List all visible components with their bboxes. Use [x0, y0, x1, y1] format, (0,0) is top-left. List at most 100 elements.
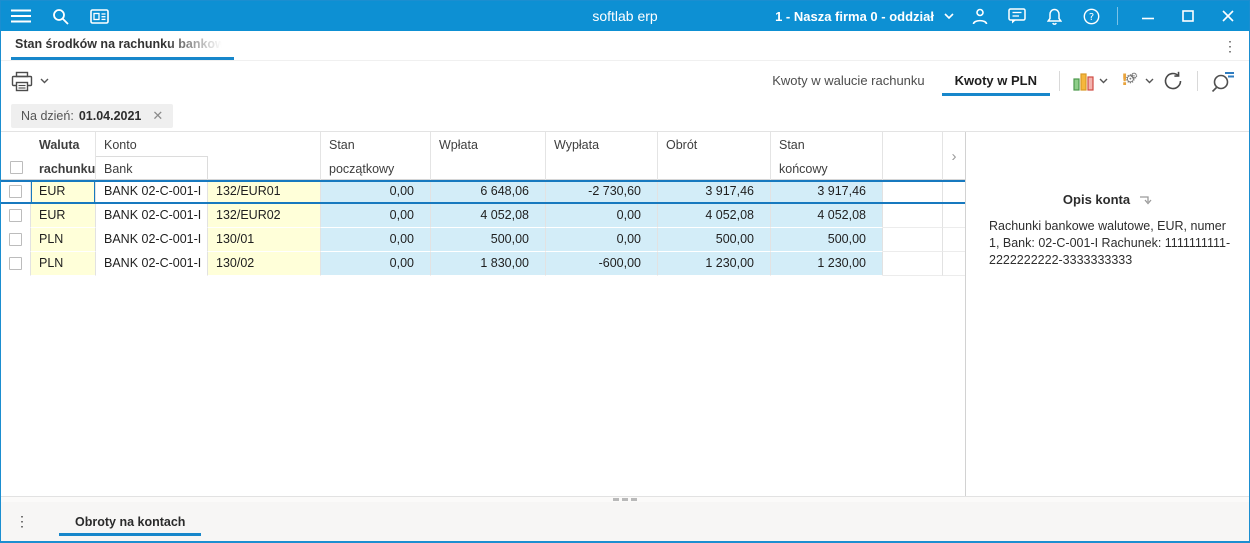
header-turnover[interactable]: Obrót: [658, 132, 771, 180]
row-checkbox[interactable]: [9, 185, 22, 198]
deposit-cell[interactable]: 6 648,06: [431, 180, 546, 204]
header-currency[interactable]: Waluta rachunku: [31, 132, 96, 180]
news-journal-icon[interactable]: [88, 5, 110, 27]
currency-cell[interactable]: PLN: [31, 228, 96, 252]
table-row[interactable]: PLN BANK 02-C-001-I 130/02 0,00 1 830,00 -600…: [1, 252, 965, 276]
deposit-cell[interactable]: 500,00: [431, 228, 546, 252]
tab-obroty-na-kontach[interactable]: Obroty na kontach: [59, 502, 202, 541]
search-icon[interactable]: [49, 5, 71, 27]
row-select-cell[interactable]: [1, 252, 31, 276]
notifications-bell-icon[interactable]: [1043, 5, 1065, 27]
titlebar-separator: [1117, 7, 1118, 25]
print-chevron-down-icon[interactable]: [40, 78, 49, 84]
view-tab-pln[interactable]: Kwoty w PLN: [941, 64, 1050, 98]
empty-cell[interactable]: [943, 204, 965, 228]
row-checkbox[interactable]: [9, 257, 22, 270]
account-cell[interactable]: 130/01: [208, 228, 321, 252]
deposit-cell[interactable]: 4 052,08: [431, 204, 546, 228]
header-konto[interactable]: Konto Bank: [96, 132, 321, 180]
row-select-cell[interactable]: [1, 204, 31, 228]
header-bank-label[interactable]: Bank: [96, 156, 208, 180]
empty-cell[interactable]: [883, 228, 943, 252]
refresh-button[interactable]: [1158, 71, 1188, 91]
account-cell[interactable]: 132/EUR01: [208, 180, 321, 204]
opening-balance-cell[interactable]: 0,00: [321, 252, 431, 276]
print-button[interactable]: [11, 71, 49, 92]
refresh-icon: [1164, 71, 1182, 90]
turnover-cell[interactable]: 1 230,00: [658, 252, 771, 276]
search-filter-button[interactable]: [1207, 71, 1239, 92]
panel-title: Opis konta: [1062, 192, 1131, 207]
header-closing-line1: Stan: [779, 138, 805, 152]
view-tab-pln-label: Kwoty w PLN: [954, 73, 1037, 88]
maximize-button[interactable]: [1177, 5, 1199, 27]
empty-cell[interactable]: [883, 204, 943, 228]
messages-icon[interactable]: [1006, 5, 1028, 27]
currency-cell[interactable]: EUR: [31, 204, 96, 228]
withdrawal-cell[interactable]: 0,00: [546, 228, 658, 252]
withdrawal-cell[interactable]: -600,00: [546, 252, 658, 276]
turnover-cell[interactable]: 3 917,46: [658, 180, 771, 204]
row-checkbox[interactable]: [9, 209, 22, 222]
bank-cell[interactable]: BANK 02-C-001-I: [96, 252, 208, 276]
chart-button[interactable]: [1069, 71, 1112, 91]
view-tab-account-currency[interactable]: Kwoty w walucie rachunku: [759, 64, 937, 98]
row-checkbox[interactable]: [9, 233, 22, 246]
app-window: softlab erp 1 - Nasza firma 0 - oddział …: [0, 0, 1250, 543]
header-withdrawal[interactable]: Wypłata: [546, 132, 658, 180]
header-closing[interactable]: Stan końcowy: [771, 132, 883, 180]
user-icon[interactable]: [969, 5, 991, 27]
deposit-cell[interactable]: 1 830,00: [431, 252, 546, 276]
titlebar: softlab erp 1 - Nasza firma 0 - oddział …: [1, 1, 1249, 31]
splitter-handle-icon[interactable]: [613, 498, 637, 501]
bottom-kebab-menu-icon[interactable]: ⋮: [1, 513, 45, 530]
select-all-checkbox[interactable]: [9, 161, 23, 174]
empty-cell[interactable]: [943, 180, 965, 204]
close-button[interactable]: [1217, 5, 1239, 27]
closing-balance-cell[interactable]: 4 052,08: [771, 204, 883, 228]
closing-balance-cell[interactable]: 500,00: [771, 228, 883, 252]
table-row[interactable]: EUR BANK 02-C-001-I 132/EUR02 0,00 4 052,08 0…: [1, 204, 965, 228]
opening-balance-cell[interactable]: 0,00: [321, 228, 431, 252]
hamburger-menu-icon[interactable]: [10, 5, 32, 27]
bank-cell[interactable]: BANK 02-C-001-I: [96, 204, 208, 228]
operations-button[interactable]: ! ⚙ ⚙: [1112, 70, 1158, 92]
closing-balance-cell[interactable]: 3 917,46: [771, 180, 883, 204]
scroll-columns-right-icon[interactable]: ›: [943, 132, 965, 180]
table-row[interactable]: EUR BANK 02-C-001-I 132/EUR01 0,00 6 648,06-…: [1, 180, 965, 204]
bank-cell[interactable]: BANK 02-C-001-I: [96, 180, 208, 204]
account-cell[interactable]: 132/EUR02: [208, 204, 321, 228]
turnover-cell[interactable]: 4 052,08: [658, 204, 771, 228]
filter-remove-icon[interactable]: ✕: [152, 108, 163, 124]
withdrawal-cell[interactable]: 0,00: [546, 204, 658, 228]
select-all-cell[interactable]: [1, 132, 31, 180]
header-deposit[interactable]: Wpłata: [431, 132, 546, 180]
closing-balance-cell[interactable]: 1 230,00: [771, 252, 883, 276]
opening-balance-cell[interactable]: 0,00: [321, 180, 431, 204]
turnover-cell[interactable]: 500,00: [658, 228, 771, 252]
header-turnover-label: Obrót: [666, 138, 698, 152]
empty-cell[interactable]: [943, 228, 965, 252]
minimize-button[interactable]: [1137, 5, 1159, 27]
empty-cell[interactable]: [883, 180, 943, 204]
date-filter-chip[interactable]: Na dzień: 01.04.2021 ✕: [11, 104, 174, 128]
tab-stan-srodkow[interactable]: Stan środków na rachunku bankowym na dzi…: [11, 31, 236, 61]
opening-balance-cell[interactable]: 0,00: [321, 204, 431, 228]
bank-cell[interactable]: BANK 02-C-001-I: [96, 228, 208, 252]
account-cell[interactable]: 130/02: [208, 252, 321, 276]
row-select-cell[interactable]: [1, 180, 31, 204]
header-opening[interactable]: Stan początkowy: [321, 132, 431, 180]
tabbar-kebab-menu-icon[interactable]: ⋮: [1223, 36, 1237, 56]
table-row[interactable]: PLN BANK 02-C-001-I 130/01 0,00 500,00 0,00 50…: [1, 228, 965, 252]
currency-cell[interactable]: PLN: [31, 252, 96, 276]
row-select-cell[interactable]: [1, 228, 31, 252]
filter-value: 01.04.2021: [78, 109, 142, 123]
company-selector[interactable]: 1 - Nasza firma 0 - oddział: [775, 9, 954, 24]
withdrawal-cell[interactable]: -2 730,60: [546, 180, 658, 204]
filter-label: Na dzień:: [21, 109, 74, 123]
goto-arrow-icon[interactable]: [1139, 194, 1152, 206]
currency-cell[interactable]: EUR: [31, 180, 96, 204]
empty-cell[interactable]: [883, 252, 943, 276]
help-icon[interactable]: ?: [1080, 5, 1102, 27]
empty-cell[interactable]: [943, 252, 965, 276]
